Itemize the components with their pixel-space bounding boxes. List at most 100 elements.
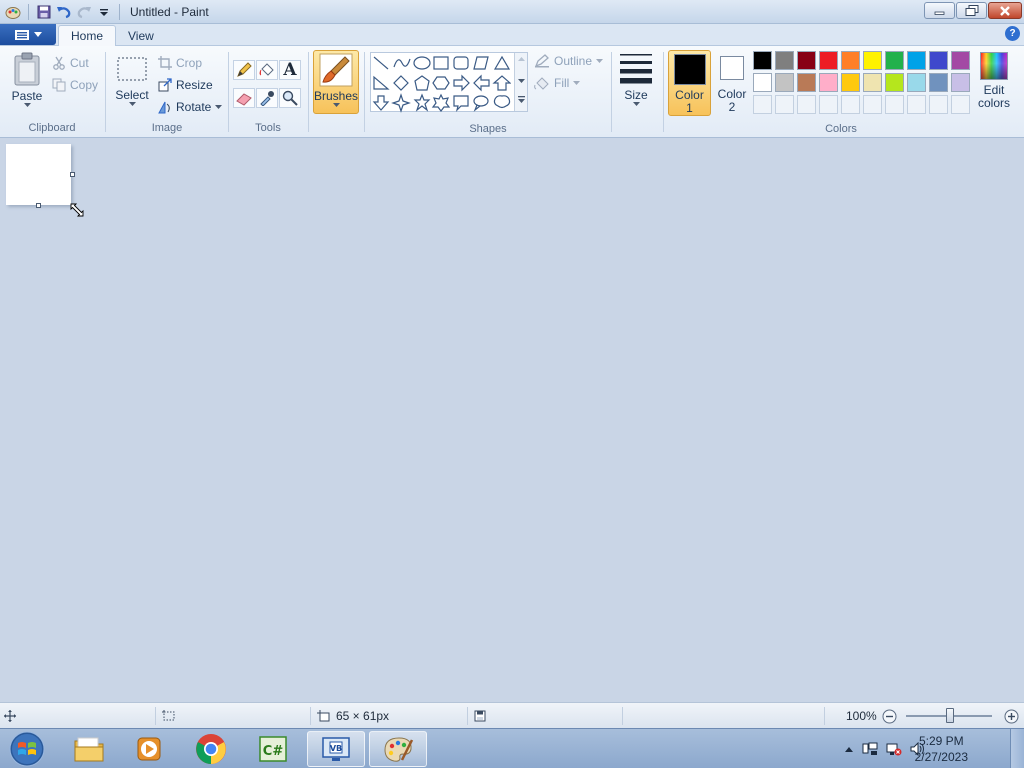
zoom-slider-thumb[interactable] (946, 708, 954, 723)
paint-menu-button[interactable] (0, 24, 56, 45)
color-swatch[interactable] (885, 51, 904, 70)
color-swatch[interactable] (819, 51, 838, 70)
undo-icon[interactable] (55, 3, 73, 21)
color-swatch[interactable] (753, 51, 772, 70)
color-swatch[interactable] (753, 73, 772, 92)
color-swatch[interactable] (885, 73, 904, 92)
chevron-down-icon (23, 103, 31, 107)
network-disconnected-icon[interactable] (886, 742, 902, 756)
tab-view[interactable]: View (116, 25, 166, 46)
taskbar-paint[interactable] (369, 731, 427, 767)
diagonal-resize-cursor-icon (70, 203, 84, 217)
custom-color-slot[interactable] (907, 95, 926, 114)
resize-handle-bottom[interactable] (36, 203, 41, 208)
help-icon[interactable]: ? (1005, 26, 1020, 41)
color2-swatch (720, 56, 744, 80)
menu-icon (15, 29, 29, 40)
color-swatch[interactable] (775, 51, 794, 70)
taskbar-visual-basic[interactable]: VB (307, 731, 365, 767)
save-icon[interactable] (35, 3, 53, 21)
outline-button[interactable]: Outline (534, 52, 604, 70)
copy-button[interactable]: Copy (52, 76, 98, 94)
color-swatch[interactable] (907, 73, 926, 92)
color-swatch[interactable] (797, 73, 816, 92)
fill-icon (534, 77, 549, 90)
color-swatch[interactable] (797, 51, 816, 70)
color-swatch[interactable] (863, 51, 882, 70)
custom-color-slot[interactable] (775, 95, 794, 114)
chevron-down-icon (596, 58, 604, 63)
custom-color-slot[interactable] (885, 95, 904, 114)
custom-color-slot[interactable] (819, 95, 838, 114)
custom-color-slot[interactable] (841, 95, 860, 114)
shapes-scrollbar[interactable] (514, 53, 527, 111)
color-swatch[interactable] (863, 73, 882, 92)
cut-button[interactable]: Cut (52, 54, 89, 72)
shapes-icons (372, 55, 511, 113)
chevron-down-icon (128, 102, 136, 106)
selection-size-icon (162, 710, 175, 721)
color2-button[interactable]: Color 2 (713, 50, 751, 116)
zoom-out-button[interactable] (882, 703, 897, 729)
select-button[interactable]: Select (112, 56, 152, 107)
action-center-icon[interactable] (862, 742, 878, 756)
custom-color-slot[interactable] (753, 95, 772, 114)
color1-button[interactable]: Color 1 (668, 50, 711, 116)
taskbar-explorer[interactable] (60, 731, 118, 767)
canvas-workspace[interactable] (0, 138, 1024, 702)
group-separator (308, 52, 309, 132)
taskbar-media-player[interactable] (120, 731, 178, 767)
show-hidden-icons-icon[interactable] (844, 745, 854, 753)
clock-time: 5:29 PM (918, 734, 964, 748)
customize-toolbar-icon[interactable] (95, 3, 113, 21)
color-swatch[interactable] (775, 73, 794, 92)
color-swatch[interactable] (907, 51, 926, 70)
taskbar-chrome[interactable] (182, 731, 240, 767)
custom-color-slot[interactable] (929, 95, 948, 114)
restore-button[interactable] (956, 2, 987, 19)
close-button[interactable] (988, 2, 1022, 19)
zoom-in-button[interactable] (1004, 703, 1019, 729)
edit-colors-button[interactable]: Edit colors (975, 52, 1013, 110)
magnifier-tool[interactable] (279, 88, 301, 108)
text-tool[interactable]: A (279, 60, 301, 80)
color-swatch[interactable] (929, 73, 948, 92)
clock[interactable]: 5:29 PM 2/27/2023 (915, 733, 968, 765)
shapes-gallery[interactable] (370, 52, 528, 113)
custom-color-slot[interactable] (863, 95, 882, 114)
media-player-icon (137, 737, 161, 761)
custom-color-slot[interactable] (951, 95, 970, 114)
color-swatch[interactable] (951, 51, 970, 70)
resize-handle-right[interactable] (70, 172, 75, 177)
fill-button[interactable]: Fill (534, 74, 581, 92)
color-swatch[interactable] (819, 73, 838, 92)
brushes-button[interactable]: Brushes (313, 50, 359, 114)
taskbar-visual-csharp[interactable]: C# (244, 731, 302, 767)
fill-tool[interactable] (256, 60, 278, 80)
redo-icon[interactable] (75, 3, 93, 21)
zoom-slider[interactable] (906, 703, 992, 729)
minimize-button[interactable] (924, 2, 955, 19)
drawing-canvas[interactable] (6, 144, 71, 205)
image-group-label: Image (151, 122, 183, 134)
color-swatch[interactable] (951, 73, 970, 92)
crop-button[interactable]: Crop (158, 54, 202, 72)
color-swatch[interactable] (929, 51, 948, 70)
eraser-tool[interactable] (233, 88, 255, 108)
tab-home[interactable]: Home (58, 25, 117, 46)
color-swatch[interactable] (841, 51, 860, 70)
custom-color-slot[interactable] (797, 95, 816, 114)
show-desktop-button[interactable] (1010, 729, 1024, 768)
restore-icon (965, 5, 978, 16)
start-button[interactable] (0, 731, 54, 767)
color-picker-tool[interactable] (256, 88, 278, 108)
color-swatch[interactable] (841, 73, 860, 92)
resize-button[interactable]: Resize (158, 76, 213, 94)
size-button[interactable]: Size (616, 52, 656, 107)
paint-app-icon[interactable] (4, 3, 22, 21)
pencil-tool[interactable] (233, 60, 255, 80)
resize-handle-corner[interactable] (70, 203, 84, 217)
color-spectrum-icon (980, 52, 1008, 80)
paste-button[interactable]: Paste (8, 52, 46, 108)
rotate-button[interactable]: Rotate (158, 98, 223, 116)
